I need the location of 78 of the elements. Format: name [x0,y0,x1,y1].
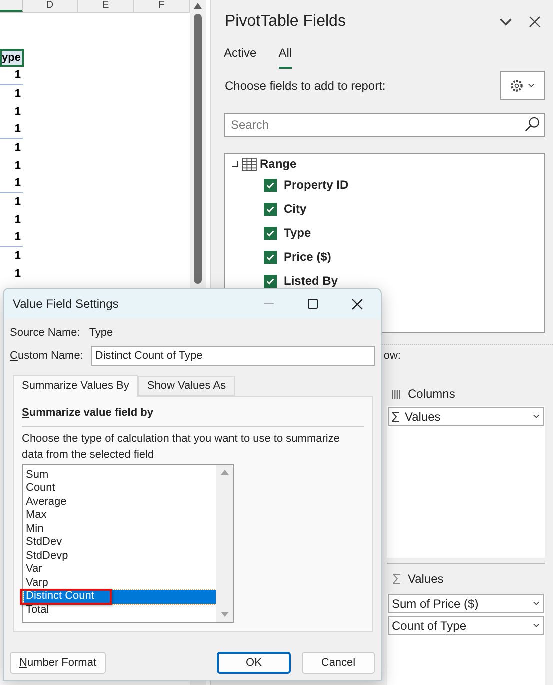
area-title: Values [408,571,444,588]
table-cell: 1 [14,142,21,154]
table-cell: 1 [14,250,21,262]
column-header[interactable]: E [78,0,134,12]
table-cell: 1 [14,88,21,100]
table-cell: 1 [14,160,21,172]
close-icon[interactable] [529,16,541,28]
field-label[interactable]: City [284,200,307,218]
area-item[interactable]: Values [388,407,544,426]
settings-button[interactable] [500,71,545,100]
list-item[interactable]: Sum [24,468,216,482]
list-item[interactable]: Varp [24,576,216,590]
columns-icon [392,390,401,398]
table-cell: 1 [14,232,21,243]
list-item[interactable]: Distinct Count [24,590,216,604]
area-title: Columns [408,386,456,403]
table-cell: 1 [14,214,21,226]
chevron-down-icon [533,600,540,607]
prompt-text: Choose fields to add to report: [225,78,386,94]
sigma-icon [392,412,400,422]
panel-tab[interactable]: Active [224,44,257,69]
search-icon [525,117,540,132]
section-title: Summarize value field by [22,405,364,426]
source-name: Type [89,326,114,341]
settings-icon [510,78,524,92]
scroll-thumb[interactable] [194,14,202,284]
panel-tab[interactable]: All [278,44,292,69]
custom-name-field[interactable]: Distinct Count of Type [91,346,375,366]
table-cell: ype [0,49,24,67]
scroll-up-icon[interactable] [194,3,202,9]
window-title: Value Field Settings [13,296,119,313]
list-item[interactable]: Average [24,496,216,509]
field-checkbox[interactable] [264,178,277,192]
list-item[interactable]: Max [24,509,216,522]
field-checkbox[interactable] [264,202,277,216]
column-header[interactable] [0,0,23,12]
ok-button[interactable]: OK [217,652,291,674]
chevron-down-icon [533,622,540,629]
field-label: Source Name: [10,326,80,341]
list-item[interactable]: Var [24,563,216,576]
dialog-tab[interactable]: Summarize Values By [13,375,138,397]
field-label[interactable]: Type [284,224,312,242]
chevron-down-icon [528,82,535,89]
search-field[interactable]: Search [224,113,545,137]
table-cell: 1 [14,268,21,280]
collapse-icon[interactable] [231,160,239,168]
chevron-down-icon [533,413,540,420]
table-name[interactable]: Range [260,155,297,173]
number-format-button[interactable]: Number Format [10,652,106,674]
field-checkbox[interactable] [264,250,277,264]
area-item[interactable]: Count of Type [388,616,544,635]
areas-hint: ow: [384,348,401,364]
field-checkbox[interactable] [264,226,277,240]
table-cell: 1 [14,178,21,189]
table-cell: 1 [14,106,21,118]
table-icon [242,158,257,170]
description-text: Choose the type of calculation that you want to use to summarize data from the selected field [22,432,341,462]
field-label[interactable]: Property ID [284,176,349,194]
area-item[interactable]: Sum of Price ($) [388,594,544,613]
field-checkbox[interactable] [264,274,277,288]
column-header[interactable]: D [22,0,78,12]
close-icon[interactable] [352,298,363,310]
list-item[interactable]: Min [24,522,216,536]
field-label: Custom Name: [10,348,84,364]
maximize-icon[interactable] [308,299,318,309]
list-item[interactable]: StdDevp [24,550,216,563]
sigma-icon [393,574,401,584]
table-cell: 1 [14,70,21,81]
field-label[interactable]: Price ($) [284,248,332,266]
panel-title: PivotTable Fields [225,12,346,32]
list-item[interactable]: Count [24,482,216,496]
list-item[interactable]: StdDev [24,536,216,550]
list-item[interactable]: Total [24,604,216,617]
dialog-tab[interactable]: Show Values As [138,376,236,396]
table-cell: 1 [14,124,21,135]
field-label[interactable]: Listed By [284,272,338,290]
table-cell: 1 [14,196,21,208]
cancel-button[interactable]: Cancel [302,652,375,674]
